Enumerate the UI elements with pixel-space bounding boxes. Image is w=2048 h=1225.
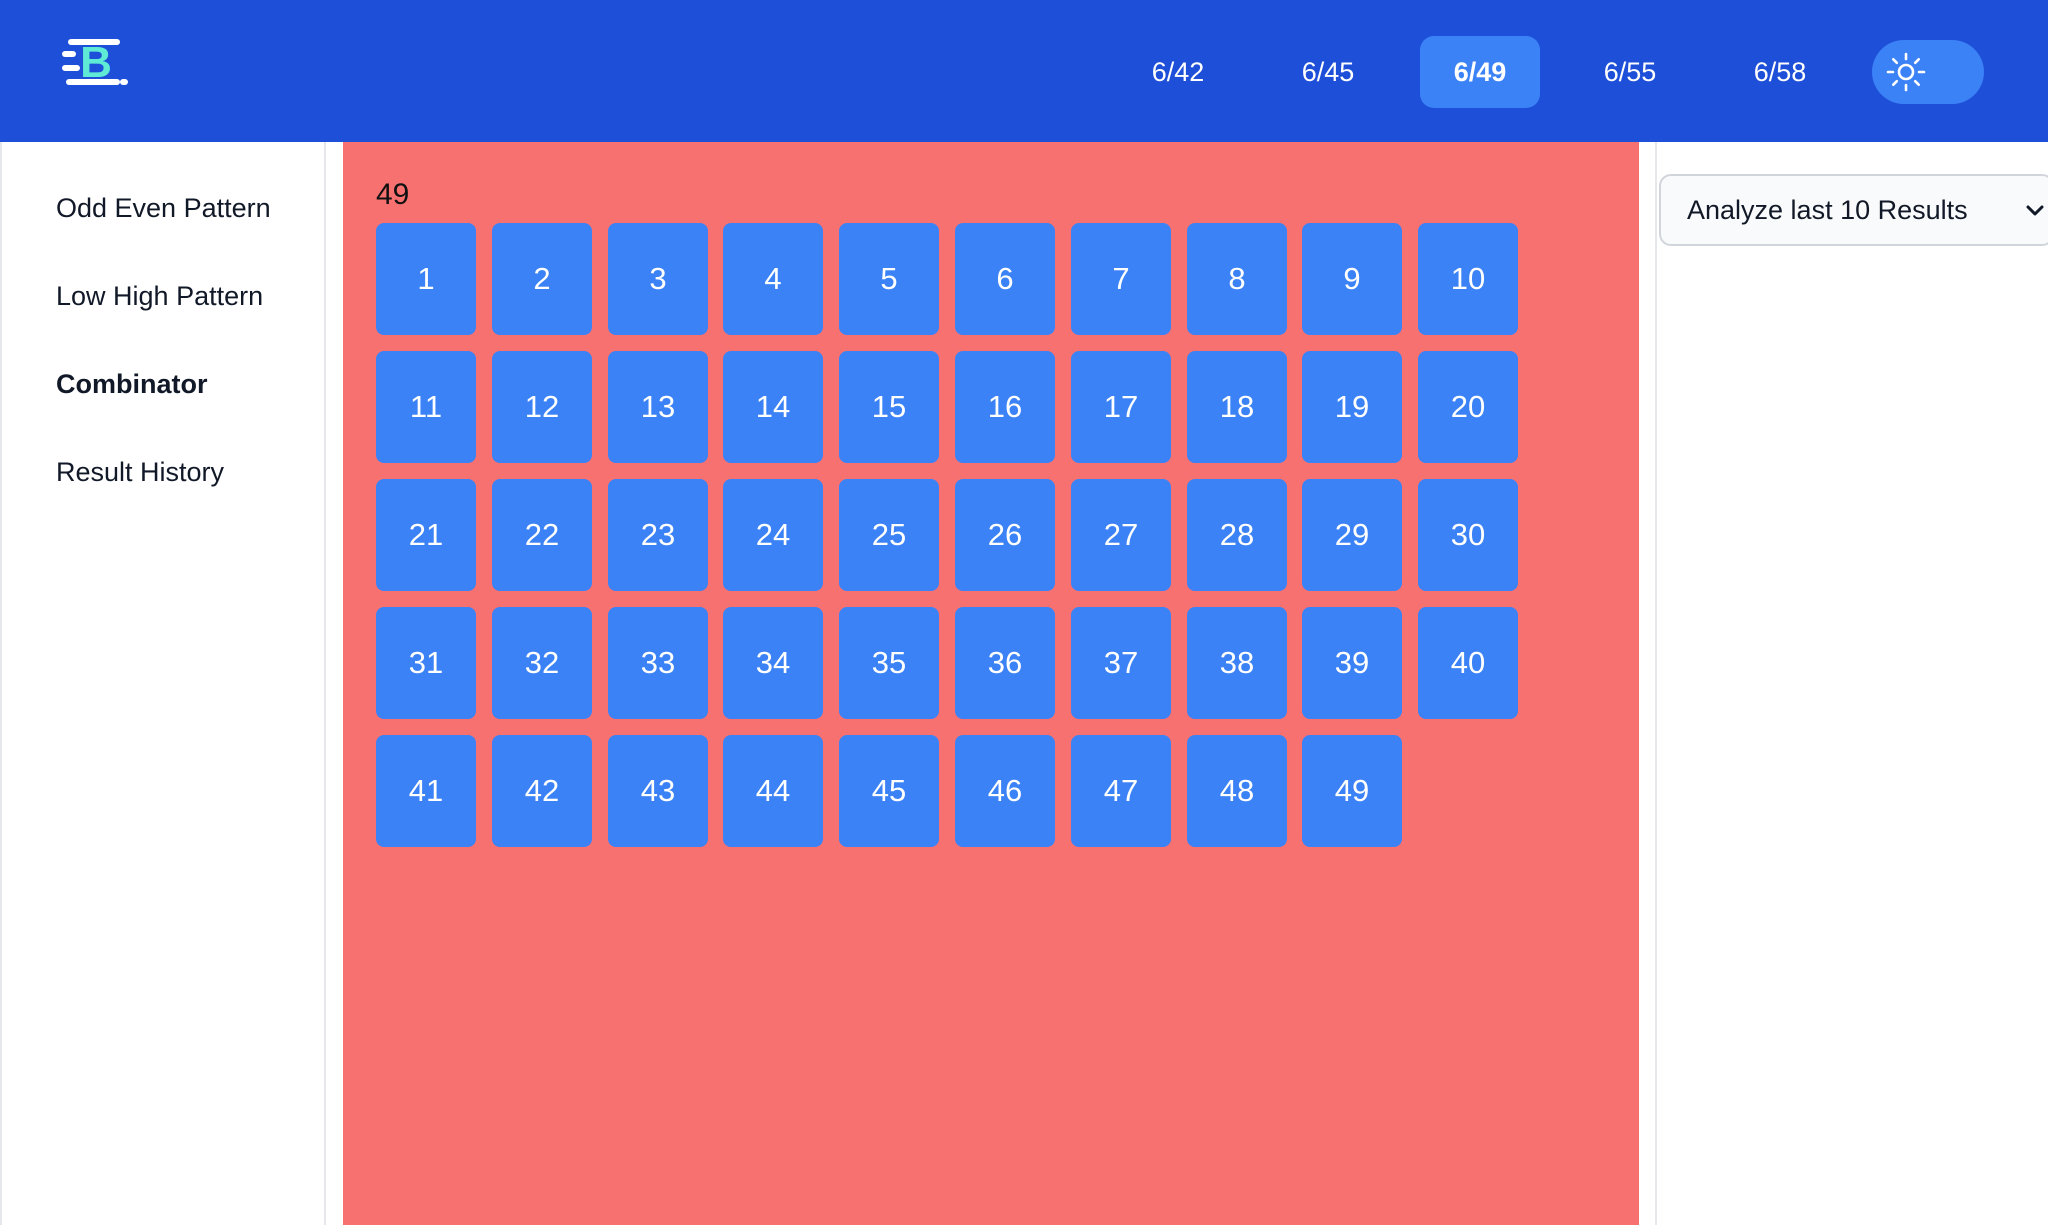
number-ball-4[interactable]: 4 [723, 223, 823, 335]
tab-6-49[interactable]: 6/49 [1420, 36, 1540, 108]
tab-6-58[interactable]: 6/58 [1730, 36, 1830, 108]
number-ball-18[interactable]: 18 [1187, 351, 1287, 463]
number-ball-9[interactable]: 9 [1302, 223, 1402, 335]
number-ball-19[interactable]: 19 [1302, 351, 1402, 463]
number-ball-29[interactable]: 29 [1302, 479, 1402, 591]
number-ball-27[interactable]: 27 [1071, 479, 1171, 591]
number-ball-32[interactable]: 32 [492, 607, 592, 719]
sidebar-item-odd-even-pattern[interactable]: Odd Even Pattern [56, 193, 271, 224]
tab-6-55[interactable]: 6/55 [1580, 36, 1680, 108]
number-ball-13[interactable]: 13 [608, 351, 708, 463]
number-ball-24[interactable]: 24 [723, 479, 823, 591]
number-ball-25[interactable]: 25 [839, 479, 939, 591]
number-ball-8[interactable]: 8 [1187, 223, 1287, 335]
number-ball-38[interactable]: 38 [1187, 607, 1287, 719]
number-ball-28[interactable]: 28 [1187, 479, 1287, 591]
number-ball-34[interactable]: 34 [723, 607, 823, 719]
number-ball-37[interactable]: 37 [1071, 607, 1171, 719]
number-ball-7[interactable]: 7 [1071, 223, 1171, 335]
number-ball-44[interactable]: 44 [723, 735, 823, 847]
number-ball-41[interactable]: 41 [376, 735, 476, 847]
analyze-results-select[interactable]: Analyze last 10 Results [1659, 174, 2048, 246]
sidebar-item-combinator[interactable]: Combinator [56, 369, 208, 400]
theme-toggle[interactable] [1872, 40, 1984, 104]
sidebar-item-low-high-pattern[interactable]: Low High Pattern [56, 281, 263, 312]
number-ball-31[interactable]: 31 [376, 607, 476, 719]
number-ball-40[interactable]: 40 [1418, 607, 1518, 719]
number-ball-47[interactable]: 47 [1071, 735, 1171, 847]
logo-letter: B [80, 38, 112, 87]
combinator-panel: 49 1 2 3 4 5 6 7 8 9 10 11 12 13 14 15 16 17 18 19 20 21 22 23… [343, 142, 1639, 1225]
sun-icon [1886, 52, 1926, 92]
number-ball-16[interactable]: 16 [955, 351, 1055, 463]
number-ball-33[interactable]: 33 [608, 607, 708, 719]
number-ball-23[interactable]: 23 [608, 479, 708, 591]
number-ball-12[interactable]: 12 [492, 351, 592, 463]
number-ball-35[interactable]: 35 [839, 607, 939, 719]
number-ball-10[interactable]: 10 [1418, 223, 1518, 335]
number-ball-6[interactable]: 6 [955, 223, 1055, 335]
top-header: B 6/42 6/45 6/49 6/55 6/58 [0, 0, 2048, 142]
number-ball-36[interactable]: 36 [955, 607, 1055, 719]
number-ball-1[interactable]: 1 [376, 223, 476, 335]
number-ball-48[interactable]: 48 [1187, 735, 1287, 847]
number-ball-39[interactable]: 39 [1302, 607, 1402, 719]
sidebar: Odd Even Pattern Low High Pattern Combin… [0, 142, 326, 1225]
number-ball-49[interactable]: 49 [1302, 735, 1402, 847]
right-panel: Analyze last 10 Results [1655, 142, 2048, 1225]
logo-icon[interactable]: B [62, 31, 130, 97]
sidebar-item-result-history[interactable]: Result History [56, 457, 224, 488]
tab-6-45[interactable]: 6/45 [1278, 36, 1378, 108]
chevron-down-icon [2026, 205, 2044, 216]
analyze-select-value: Analyze last 10 Results [1687, 194, 1968, 225]
number-ball-42[interactable]: 42 [492, 735, 592, 847]
number-count-label: 49 [376, 178, 410, 211]
number-ball-17[interactable]: 17 [1071, 351, 1171, 463]
tab-6-42[interactable]: 6/42 [1128, 36, 1228, 108]
number-ball-15[interactable]: 15 [839, 351, 939, 463]
number-ball-5[interactable]: 5 [839, 223, 939, 335]
number-ball-20[interactable]: 20 [1418, 351, 1518, 463]
number-ball-46[interactable]: 46 [955, 735, 1055, 847]
number-ball-45[interactable]: 45 [839, 735, 939, 847]
number-ball-21[interactable]: 21 [376, 479, 476, 591]
number-ball-30[interactable]: 30 [1418, 479, 1518, 591]
number-ball-22[interactable]: 22 [492, 479, 592, 591]
number-ball-3[interactable]: 3 [608, 223, 708, 335]
number-ball-43[interactable]: 43 [608, 735, 708, 847]
number-ball-2[interactable]: 2 [492, 223, 592, 335]
number-ball-26[interactable]: 26 [955, 479, 1055, 591]
number-ball-14[interactable]: 14 [723, 351, 823, 463]
number-ball-11[interactable]: 11 [376, 351, 476, 463]
